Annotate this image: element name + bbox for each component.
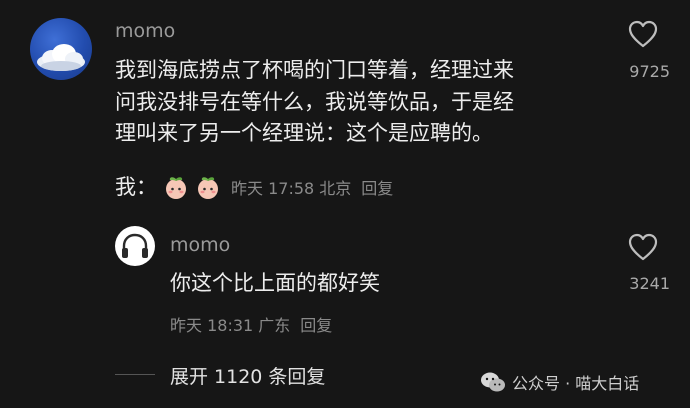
like-count: 3241 [629, 274, 670, 293]
reply-meta: 昨天 18:31 广东 回复 [170, 312, 332, 336]
comment-text-line: 问我没排号在等什么，我说等饮品，于是经 [115, 89, 514, 114]
reply-timestamp: 昨天 18:31 广东 [170, 316, 291, 335]
comment-timestamp: 昨天 17:58 北京 [231, 179, 352, 198]
watermark-text: 公众号 · 喵大白话 [512, 374, 640, 393]
comment-text-line: 我到海底捞点了杯喝的门口等着，经理过来 [115, 58, 514, 82]
comment-text: 我到海底捞点了杯喝的门口等着，经理过来 问我没排号在等什么，我说等饮品，于是经 … [115, 55, 595, 150]
comment-username[interactable]: momo [115, 20, 175, 42]
watermark: 公众号 · 喵大白话 [480, 370, 639, 394]
reply-button[interactable]: 回复 [300, 312, 332, 336]
divider [115, 374, 155, 375]
comment-sub-prefix: 我： [115, 175, 157, 199]
expand-replies-button[interactable]: 展开 1120 条回复 [170, 362, 325, 389]
comment-sub-line: 我： 昨天 17:58 北京 回复 [115, 172, 393, 202]
comment-text-line: 理叫来了另一个经理说：这个是应聘的。 [115, 121, 493, 145]
peach-emoji-icon [166, 177, 186, 199]
heart-icon[interactable] [627, 232, 659, 262]
wechat-icon [481, 372, 505, 392]
peach-emoji-icon [198, 177, 218, 199]
reply-button[interactable]: 回复 [361, 175, 393, 199]
headphones-avatar-icon[interactable] [115, 226, 155, 266]
like-count: 9725 [629, 62, 670, 81]
reply-text: 你这个比上面的都好笑 [170, 271, 380, 295]
reply-username[interactable]: momo [170, 234, 230, 256]
cloud-avatar-icon[interactable] [30, 18, 92, 80]
heart-icon[interactable] [627, 19, 659, 49]
